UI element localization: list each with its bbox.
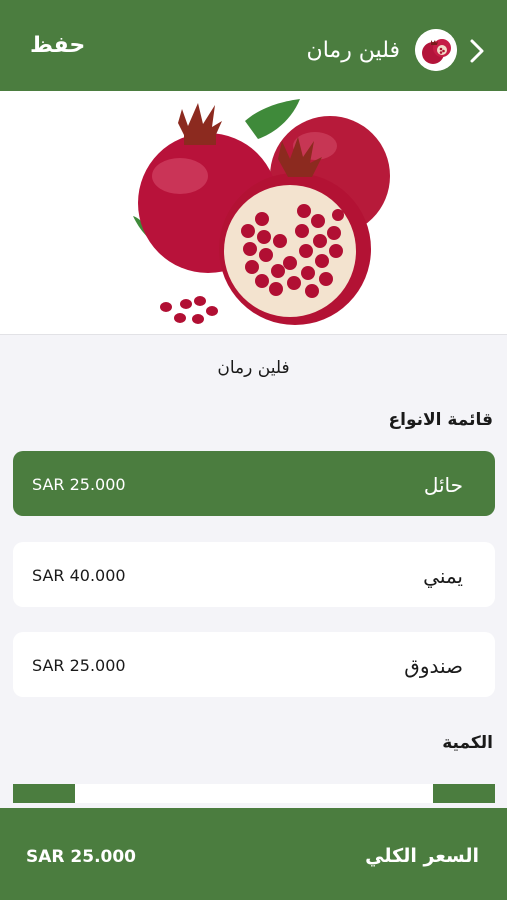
- top-bar: حفظ فلين رمان: [0, 0, 507, 91]
- type-option-price: SAR 25.000: [32, 656, 126, 675]
- product-avatar: [415, 29, 457, 71]
- chevron-right-icon: [470, 39, 484, 63]
- quantity-stepper: [13, 784, 495, 803]
- product-image: [0, 91, 507, 335]
- quantity-section-title: الكمية: [442, 733, 493, 753]
- quantity-increase-button[interactable]: [433, 784, 495, 803]
- type-option-price: SAR 25.000: [32, 475, 126, 494]
- total-bar[interactable]: SAR 25.000 السعر الكلي: [0, 808, 507, 900]
- type-option-hail[interactable]: SAR 25.000 حائل: [13, 451, 495, 516]
- product-name: فلين رمان: [217, 358, 290, 378]
- type-option-name: صندوق: [404, 654, 463, 678]
- type-option-price: SAR 40.000: [32, 566, 126, 585]
- save-button[interactable]: حفظ: [30, 33, 85, 58]
- back-button[interactable]: [467, 38, 487, 64]
- pomegranate-image: [0, 91, 507, 334]
- type-option-box[interactable]: SAR 25.000 صندوق: [13, 632, 495, 697]
- page-title: فلين رمان: [306, 38, 400, 63]
- type-option-name: حائل: [423, 473, 463, 497]
- type-option-name: يمني: [423, 564, 463, 588]
- types-section-title: قائمة الانواع: [388, 410, 494, 430]
- quantity-decrease-button[interactable]: [13, 784, 75, 803]
- total-price: SAR 25.000: [26, 847, 137, 867]
- pomegranate-icon: [415, 29, 457, 71]
- total-label: السعر الكلي: [365, 845, 479, 867]
- type-option-yemeni[interactable]: SAR 40.000 يمني: [13, 542, 495, 607]
